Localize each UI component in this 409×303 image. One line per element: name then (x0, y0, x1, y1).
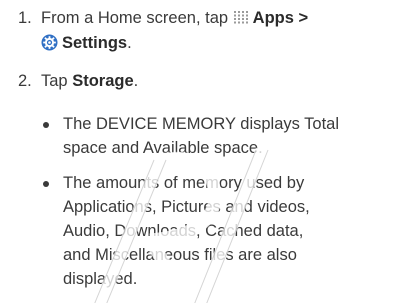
apps-label: Apps (252, 9, 294, 27)
bullet-2-dot (43, 181, 49, 187)
step-2-number: 2. (18, 72, 32, 90)
menu-separator: > (298, 9, 309, 27)
apps-grid-icon (233, 9, 250, 24)
step-1-number: 1. (18, 9, 32, 27)
bullet-2-line-5: displayed. (63, 270, 138, 288)
storage-label: Storage (72, 72, 134, 90)
settings-label: Settings (62, 34, 128, 52)
bullet-1-line-2: space and Available space. (63, 139, 263, 157)
bullet-2-line-1: The amounts of memory used by (63, 174, 305, 192)
bullet-1-dot (43, 122, 49, 128)
settings-gear-icon (41, 34, 58, 51)
step-1-line-1: From a Home screen, tap Apps > (41, 8, 308, 28)
step-1-period: . (127, 34, 132, 52)
step-2-text: Tap (41, 72, 68, 90)
bullet-2-line-2: Applications, Pictures and videos, (63, 198, 310, 216)
step-1-text: From a Home screen, tap (41, 9, 229, 27)
bullet-1-line-1: The DEVICE MEMORY displays Total (63, 115, 340, 133)
bullet-2-line-4: and Miscellaneous files are also (63, 246, 297, 264)
bullet-2-line-3: Audio, Downloads, Cached data, (63, 222, 304, 240)
step-1-line-2: Settings. (41, 33, 132, 53)
document-page: 1. From a Home screen, tap Apps > Settin… (0, 0, 409, 303)
step-2-line: Tap Storage. (41, 71, 138, 91)
step-2-period: . (133, 72, 139, 90)
